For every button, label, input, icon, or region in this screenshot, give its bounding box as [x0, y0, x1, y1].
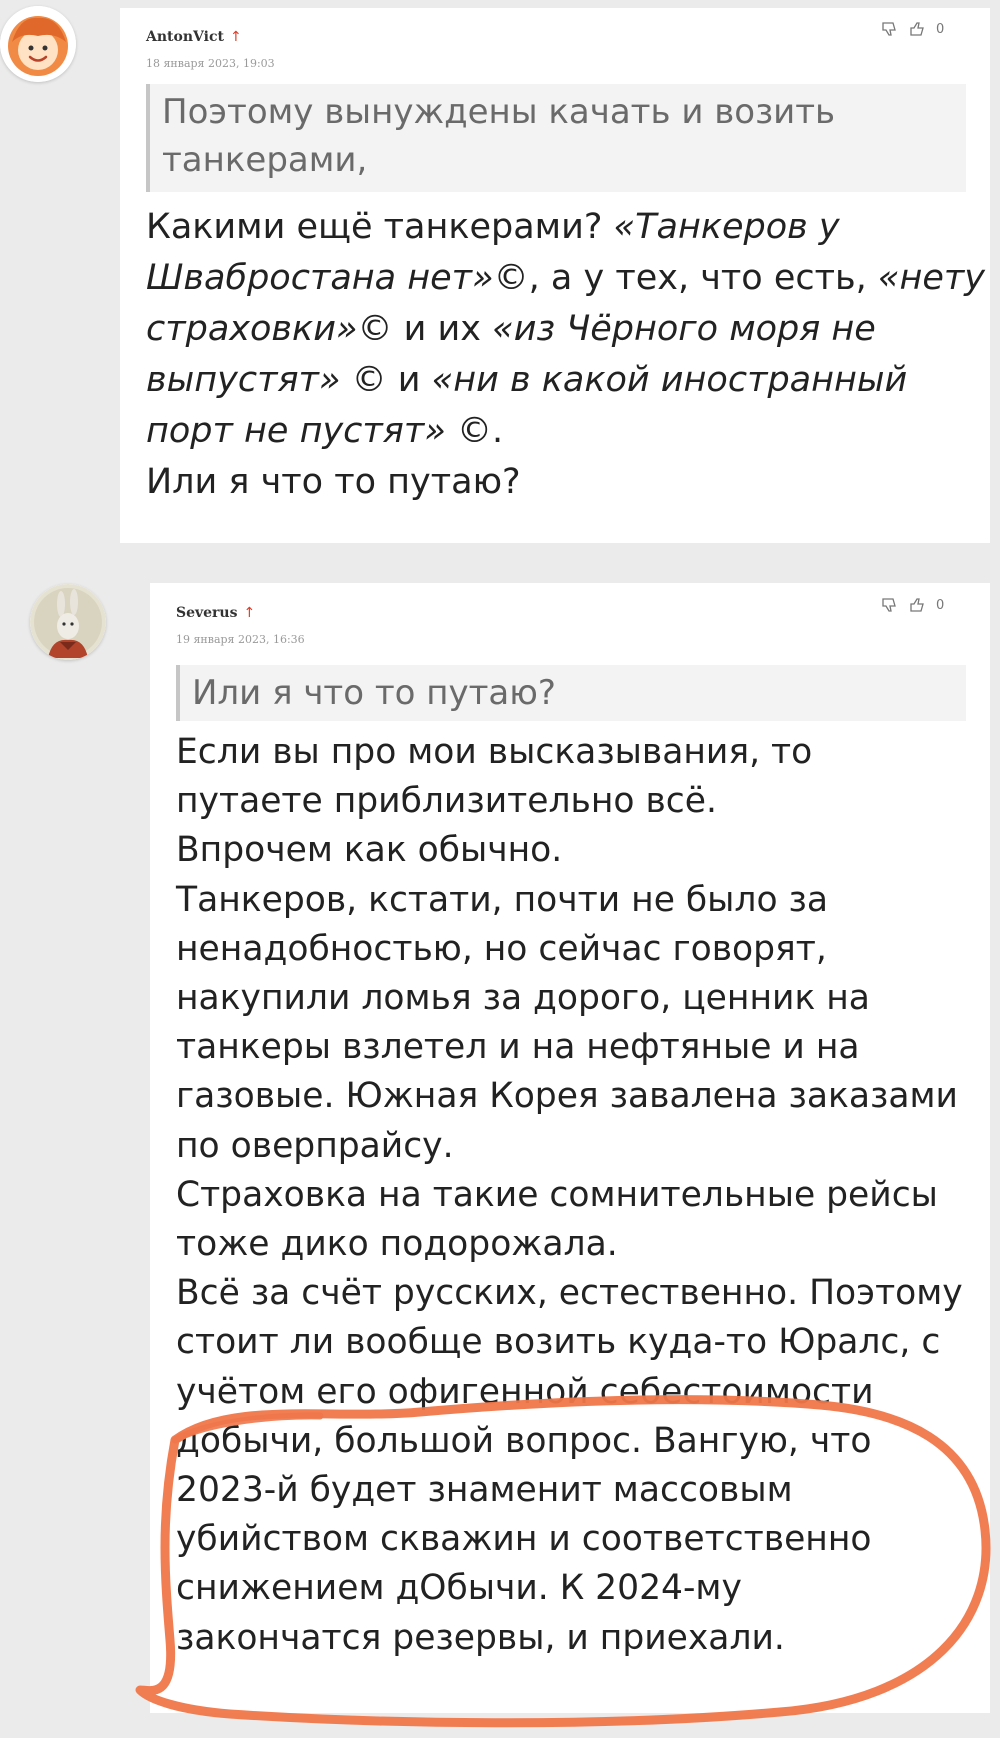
author-name[interactable]: AntonVict: [146, 29, 224, 45]
author-name[interactable]: Severus: [176, 605, 238, 621]
body-line: Танкеров, кстати, почти не было за: [176, 879, 829, 920]
body-line: по оверпрайсу.: [176, 1125, 454, 1166]
quote-block: Поэтому вынуждены качать и возить танкер…: [146, 84, 966, 192]
body-text: Или я что то путаю?: [146, 462, 521, 502]
comment-author[interactable]: Severus ↑: [176, 605, 255, 621]
avatar[interactable]: [30, 584, 106, 660]
body-italic: Швабростана нет»: [146, 258, 494, 298]
body-text: ©, а у тех, что есть,: [493, 258, 878, 298]
body-line: Впрочем как обычно.: [176, 830, 563, 871]
body-italic: порт не пустят»: [146, 411, 446, 451]
like-icon[interactable]: [908, 20, 926, 38]
up-arrow-icon: ↑: [229, 29, 242, 45]
body-line: Всё за счёт русских, естественно. Поэтом…: [176, 1273, 963, 1314]
comment-date: 19 января 2023, 16:36: [176, 633, 305, 646]
body-line: снижением дОбычи. К 2024-му: [176, 1568, 742, 1609]
like-icon[interactable]: [908, 596, 926, 614]
body-italic: «ни в какой иностранный: [431, 360, 908, 400]
body-line: стоит ли вообще возить куда-то Юралс, с: [176, 1322, 941, 1363]
comment-date: 18 января 2023, 19:03: [146, 57, 275, 70]
quote-line: Или я что то путаю?: [192, 673, 556, 713]
quote-line: танкерами,: [162, 140, 368, 180]
body-text: © и: [340, 360, 432, 400]
body-line: закончатся резервы, и приехали.: [176, 1617, 785, 1658]
body-line: Если вы про мои высказывания, то: [176, 732, 813, 772]
body-line: убийством скважин и соответственно: [176, 1519, 872, 1560]
vote-controls: 0: [880, 20, 944, 38]
body-line: учётом его офигенной себестоимости: [176, 1371, 874, 1412]
vote-controls: 0: [880, 596, 944, 614]
up-arrow-icon: ↑: [243, 605, 256, 621]
body-italic: страховки»: [146, 309, 358, 349]
body-text: ©.: [445, 411, 504, 451]
body-line: путаете приблизительно всё.: [176, 781, 717, 822]
like-count: 0: [936, 597, 945, 613]
body-text: Какими ещё танкерами?: [146, 207, 614, 247]
quote-line: Поэтому вынуждены качать и возить: [162, 92, 836, 132]
like-count: 0: [936, 21, 945, 37]
dislike-icon[interactable]: [880, 596, 898, 614]
body-line: накупили ломья за дорого, ценник на: [176, 978, 870, 1019]
comment-body: Какими ещё танкерами? «Танкеров у Швабро…: [146, 202, 985, 508]
body-line: танкеры взлетел и на нефтяные и на: [176, 1027, 860, 1068]
avatar[interactable]: [0, 6, 76, 82]
body-text: © и их: [357, 309, 493, 349]
rabbit-avatar-icon: [30, 584, 106, 660]
body-italic: «из Чёрного моря не: [492, 309, 876, 349]
body-italic: «Танкеров у: [613, 207, 840, 247]
body-line: ненадобностью, но сейчас говорят,: [176, 928, 827, 969]
comment-body: Если вы про мои высказывания, то путаете…: [176, 728, 963, 1663]
body-italic: выпустят»: [146, 360, 341, 400]
quote-block: Или я что то путаю?: [176, 665, 966, 721]
body-line: 2023-й будет знаменит массовым: [176, 1470, 793, 1511]
comment-author[interactable]: AntonVict ↑: [146, 29, 242, 45]
body-line: добычи, большой вопрос. Вангую, что: [176, 1420, 872, 1461]
cartoon-boy-avatar-icon: [0, 6, 76, 82]
body-line: тоже дико подорожала.: [176, 1224, 618, 1265]
body-italic: «нету: [877, 258, 985, 298]
body-line: газовые. Южная Корея завалена заказами: [176, 1076, 958, 1117]
body-line: Страховка на такие сомнительные рейсы: [176, 1174, 938, 1215]
dislike-icon[interactable]: [880, 20, 898, 38]
